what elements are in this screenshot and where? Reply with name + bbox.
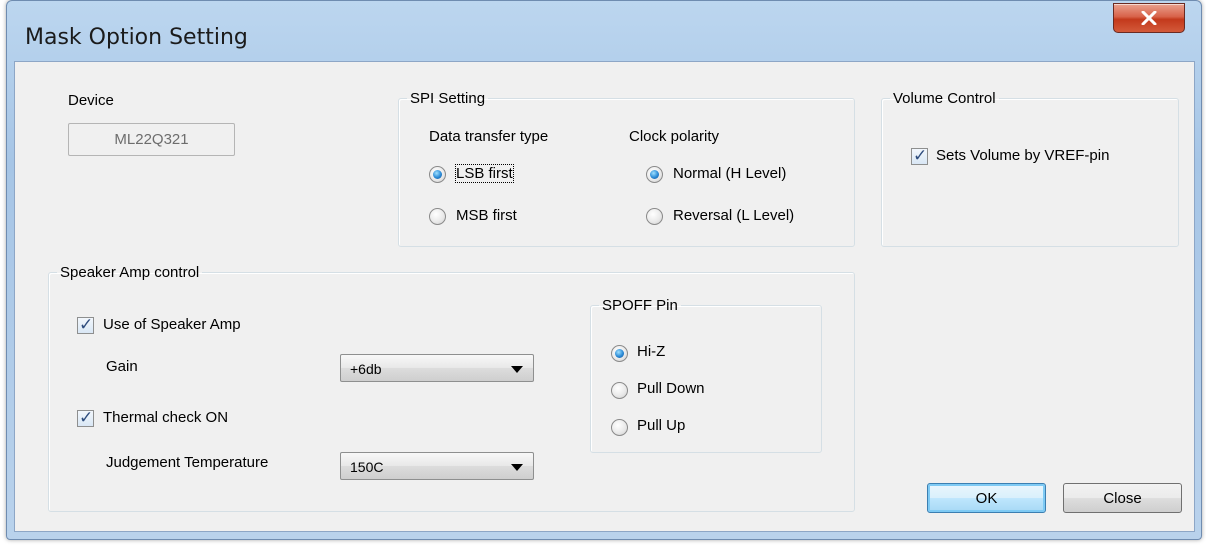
close-icon [1141,11,1157,25]
gain-value: +6db [350,361,382,377]
sets-volume-checkbox[interactable] [911,146,928,166]
pull-down-label[interactable]: Pull Down [637,380,705,397]
msb-first-label[interactable]: MSB first [456,207,517,224]
hi-z-radio[interactable] [611,345,628,362]
chevron-down-icon [511,366,523,373]
pull-up-label[interactable]: Pull Up [637,417,685,434]
speaker-amp-legend: Speaker Amp control [60,264,200,281]
ok-button[interactable]: OK [927,483,1046,513]
chevron-down-icon [511,464,523,471]
device-field: ML22Q321 [68,123,235,156]
volume-control-group: Volume Control [881,90,1179,247]
gain-dropdown[interactable]: +6db [340,354,534,382]
pull-down-radio[interactable] [611,382,628,399]
sets-volume-label[interactable]: Sets Volume by VREF-pin [936,147,1109,164]
clock-polarity-label: Clock polarity [629,128,720,145]
volume-control-legend: Volume Control [893,90,996,107]
window-title: Mask Option Setting [25,25,248,50]
temperature-dropdown[interactable]: 150C [340,452,534,480]
dialog-window: Mask Option Setting Device ML22Q321 SPI … [6,0,1202,540]
reversal-l-level-radio[interactable] [646,208,663,225]
msb-first-radio[interactable] [429,208,446,225]
data-transfer-type-label: Data transfer type [429,128,549,145]
window-close-button[interactable] [1113,3,1185,33]
normal-h-level-label[interactable]: Normal (H Level) [673,165,786,182]
temperature-value: 150C [350,459,384,475]
lsb-first-label[interactable]: LSB first [455,164,514,183]
use-speaker-amp-checkbox[interactable] [77,315,94,335]
spi-setting-legend: SPI Setting [410,90,486,107]
lsb-first-radio[interactable] [429,166,446,183]
normal-h-level-radio[interactable] [646,166,663,183]
hi-z-label[interactable]: Hi-Z [637,343,665,360]
judgement-temperature-label: Judgement Temperature [106,454,269,471]
close-button[interactable]: Close [1063,483,1182,513]
title-bar[interactable]: Mask Option Setting [7,1,1201,61]
dialog-client-area: Device ML22Q321 SPI Setting Data transfe… [14,61,1195,532]
pull-up-radio[interactable] [611,419,628,436]
gain-label: Gain [106,358,138,375]
reversal-l-level-label[interactable]: Reversal (L Level) [673,207,794,224]
thermal-check-checkbox[interactable] [77,408,94,428]
thermal-check-label[interactable]: Thermal check ON [103,409,228,426]
device-label: Device [68,92,114,109]
spoff-pin-legend: SPOFF Pin [602,297,678,314]
use-speaker-amp-label[interactable]: Use of Speaker Amp [103,316,241,333]
